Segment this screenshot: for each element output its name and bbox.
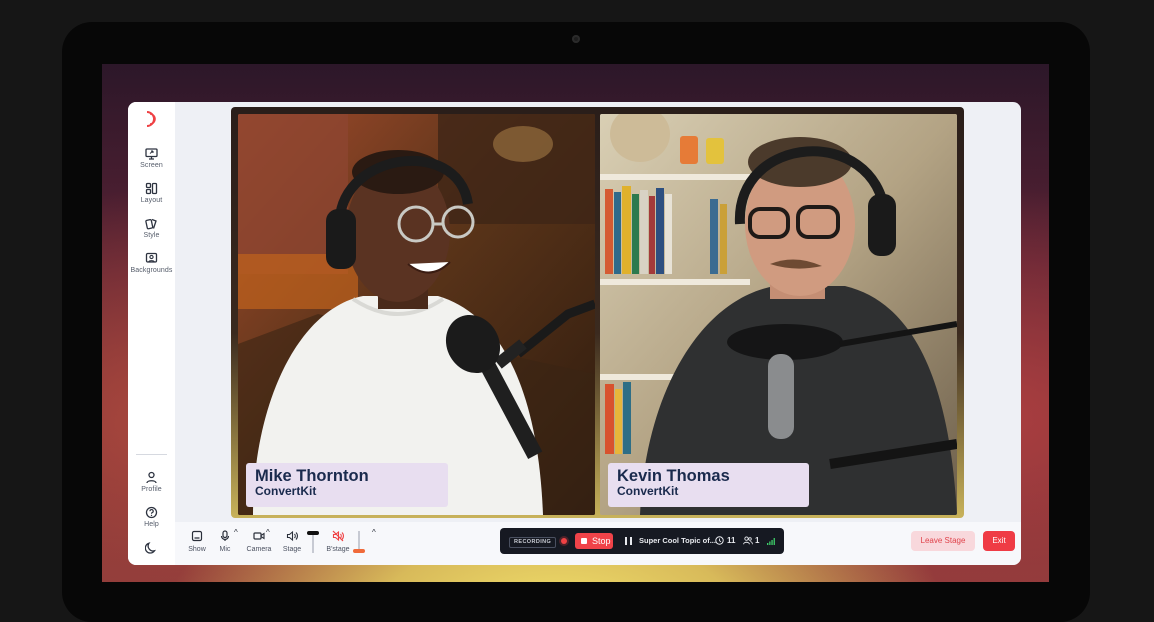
sidebar-item-label: Layout <box>140 197 163 204</box>
microphone-icon <box>220 530 230 541</box>
theme-toggle-button[interactable] <box>128 541 175 554</box>
stop-label: Stop <box>592 536 611 546</box>
control-toolbar: Show Mic ^ Camera ^ Stage B'stage ^ RECO… <box>175 522 1021 565</box>
backgrounds-icon <box>145 252 158 263</box>
webcam-icon <box>572 35 580 43</box>
signal-strength-icon <box>767 538 775 545</box>
mic-button[interactable]: Mic <box>216 530 234 553</box>
recording-status-bar: RECORDING Stop Super Cool Topic of... 11 <box>500 528 784 554</box>
sidebar-item-help[interactable]: Help <box>128 506 175 528</box>
participant-tile[interactable]: Mike Thornton ConvertKit <box>238 114 595 515</box>
participant-name: Kevin Thomas <box>617 467 730 485</box>
leave-stage-button[interactable]: Leave Stage <box>911 531 975 551</box>
slider-thumb[interactable] <box>307 531 319 535</box>
session-topic[interactable]: Super Cool Topic of... <box>639 536 716 545</box>
show-button[interactable]: Show <box>185 530 209 553</box>
speaker-muted-icon <box>332 530 344 542</box>
show-icon <box>191 530 203 542</box>
sidebar-divider <box>136 454 167 455</box>
style-icon <box>145 218 157 230</box>
recording-badge: RECORDING <box>509 537 557 548</box>
participants-icon <box>743 536 753 545</box>
participant-video-feed <box>600 114 957 515</box>
elapsed-time: 11 <box>727 536 736 545</box>
sidebar-item-style[interactable]: Style <box>128 217 175 239</box>
backstage-volume-slider[interactable] <box>353 531 365 553</box>
participant-nameplate: Kevin Thomas ConvertKit <box>608 463 809 507</box>
recording-dot-icon <box>561 538 567 544</box>
slider-thumb[interactable] <box>353 549 365 553</box>
clock-icon <box>715 536 724 545</box>
backstage-options-chevron-icon[interactable]: ^ <box>372 528 376 537</box>
exit-button[interactable]: Exit <box>983 531 1015 551</box>
participant-company: ConvertKit <box>617 484 679 498</box>
stage-canvas: Mike Thornton ConvertKit Kevin Thomas Co… <box>231 107 964 518</box>
sidebar-item-layout[interactable]: Layout <box>128 182 175 204</box>
participant-tile[interactable]: Kevin Thomas ConvertKit <box>600 114 957 515</box>
show-label: Show <box>188 546 206 553</box>
screen-share-icon <box>145 148 158 160</box>
bstage-label: B'stage <box>326 546 350 553</box>
stage-label: Stage <box>282 546 302 553</box>
sidebar-item-label: Backgrounds <box>130 267 173 274</box>
sidebar-item-profile[interactable]: Profile <box>128 471 175 493</box>
sidebar-item-label: Style <box>143 232 160 239</box>
camera-label: Camera <box>246 546 272 553</box>
viewer-count: 1 <box>755 536 760 545</box>
stage-volume-button[interactable]: Stage <box>281 530 303 553</box>
participant-name: Mike Thornton <box>255 467 369 485</box>
sidebar-item-screen[interactable]: Screen <box>128 147 175 169</box>
stop-icon <box>581 538 587 544</box>
help-icon <box>145 506 158 519</box>
backstage-volume-button[interactable]: B'stage <box>325 530 351 553</box>
moon-icon <box>145 542 157 554</box>
camera-icon <box>253 532 265 540</box>
layout-icon <box>145 182 158 195</box>
sidebar-item-label: Screen <box>140 162 163 169</box>
sidebar: Screen Layout Style Backgrounds Profile … <box>128 102 175 565</box>
stop-recording-button[interactable]: Stop <box>575 533 613 549</box>
pause-icon[interactable] <box>625 537 632 545</box>
speaker-icon <box>286 530 298 542</box>
sidebar-item-label: Profile <box>141 486 162 493</box>
sidebar-item-backgrounds[interactable]: Backgrounds <box>128 252 175 274</box>
studio-app-window: Screen Layout Style Backgrounds Profile … <box>128 102 1021 565</box>
profile-icon <box>146 471 157 484</box>
mic-label: Mic <box>219 546 231 553</box>
mic-options-chevron-icon[interactable]: ^ <box>234 528 238 537</box>
app-logo-icon <box>146 111 156 127</box>
participant-video-feed <box>238 114 595 515</box>
participant-nameplate: Mike Thornton ConvertKit <box>246 463 448 507</box>
stage-volume-slider[interactable] <box>307 531 319 553</box>
sidebar-item-label: Help <box>144 521 159 528</box>
camera-options-chevron-icon[interactable]: ^ <box>266 528 270 537</box>
participant-company: ConvertKit <box>255 484 317 498</box>
